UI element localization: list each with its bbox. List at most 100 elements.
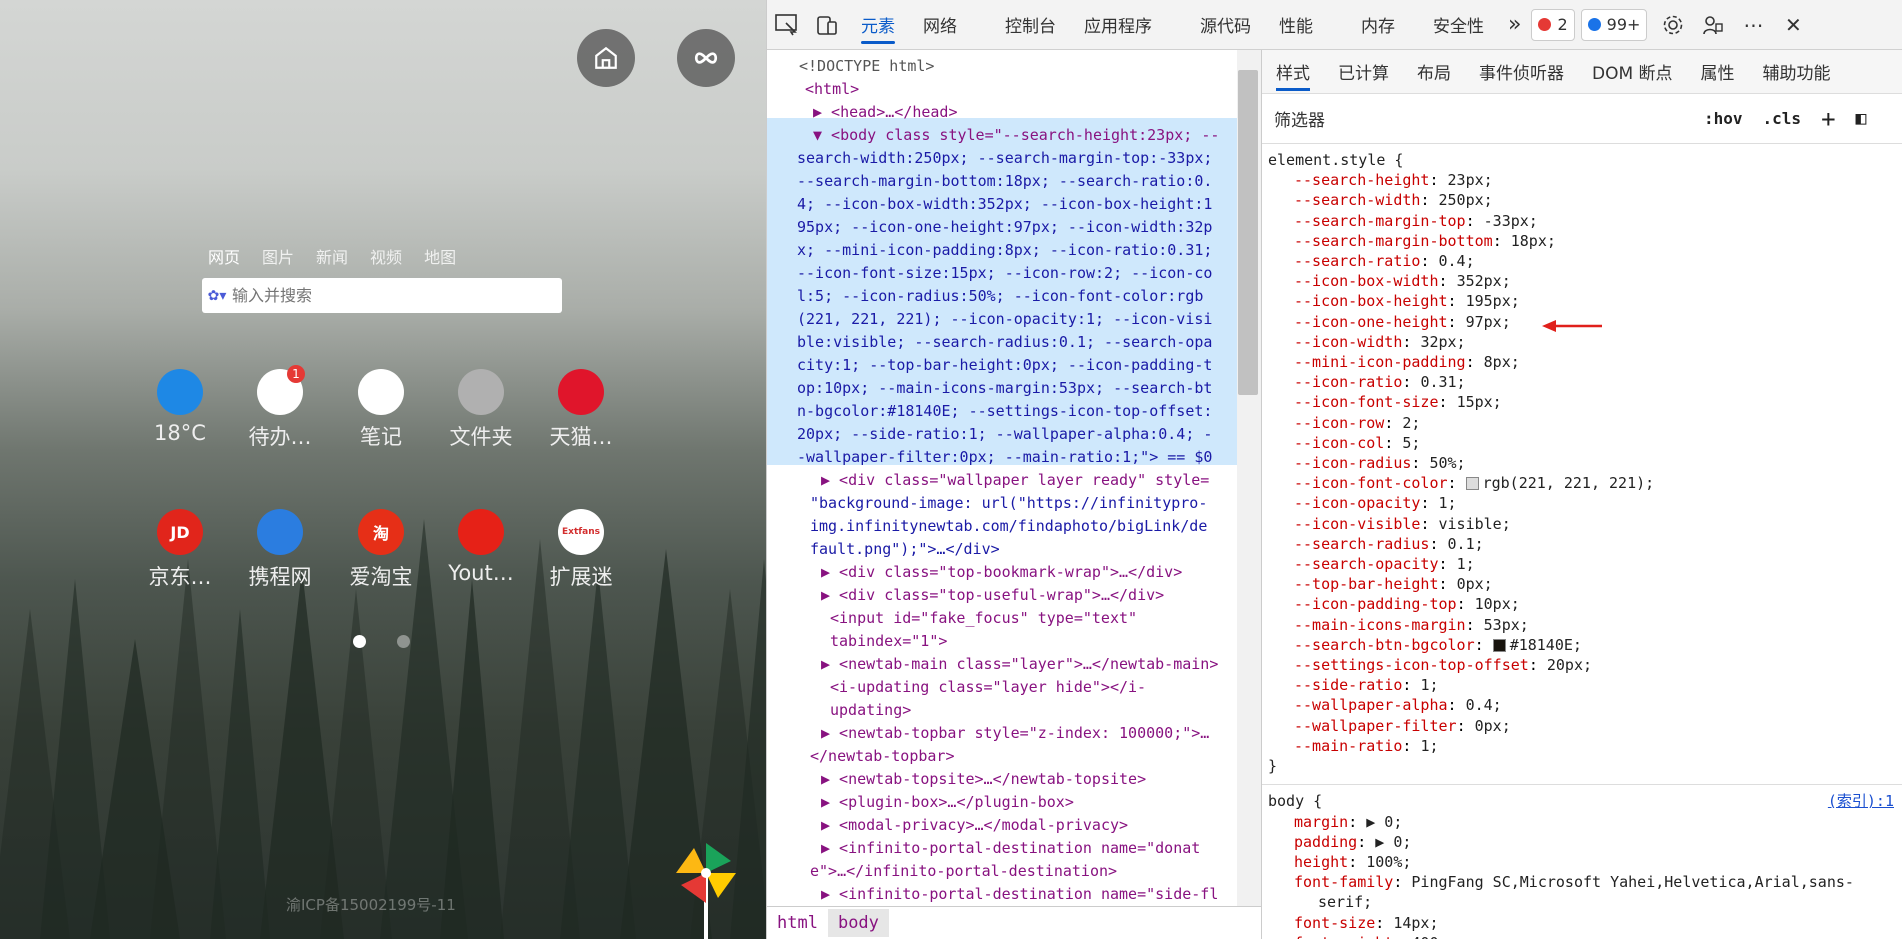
breadcrumb-html[interactable]: html [767, 909, 828, 937]
css-declaration[interactable]: --icon-font-color: rgb(221, 221, 221); [1262, 473, 1902, 493]
css-declaration[interactable]: font-family: PingFang SC,Microsoft Yahei… [1262, 872, 1902, 892]
tab-computed[interactable]: 已计算 [1324, 50, 1403, 94]
dom-line[interactable]: l:5; --icon-radius:50%; --icon-font-colo… [797, 285, 1203, 308]
dom-line[interactable]: ▶ <modal-privacy>…</modal-privacy> [821, 814, 1128, 837]
dom-line[interactable]: n-bgcolor:#18140E; --settings-icon-top-o… [797, 400, 1212, 423]
dom-line[interactable]: ▶ <infinito-portal-destination name="don… [821, 837, 1200, 860]
tab-application[interactable]: 应用程序 [1070, 0, 1166, 50]
dom-line[interactable]: <input id="fake_focus" type="text" [830, 607, 1137, 630]
tab-sources[interactable]: 源代码 [1186, 0, 1265, 50]
tab-event-listeners[interactable]: 事件侦听器 [1465, 50, 1578, 94]
tab-network[interactable]: 网络 [909, 0, 971, 50]
close-icon[interactable]: ✕ [1773, 0, 1813, 50]
css-declaration[interactable]: --icon-box-height: 195px; [1262, 291, 1902, 311]
dom-line[interactable]: search-width:250px; --search-margin-top:… [797, 147, 1212, 170]
dom-line[interactable]: ▶ <newtab-topbar style="z-index: 100000;… [821, 722, 1209, 745]
app-tile[interactable]: Extfans 扩展迷 [531, 509, 631, 591]
tab-elements[interactable]: 元素 [847, 0, 909, 50]
dom-line[interactable]: </newtab-topbar> [810, 745, 955, 768]
more-options-icon[interactable]: ⋯ [1733, 0, 1773, 50]
pinwheel-icon[interactable] [676, 843, 736, 939]
css-declaration[interactable]: --icon-visible: visible; [1262, 514, 1902, 534]
settings-button[interactable] [1653, 0, 1693, 50]
dom-line[interactable]: ▶ <newtab-main class="layer">…</newtab-m… [821, 653, 1218, 676]
breadcrumb-body[interactable]: body [827, 909, 889, 937]
css-declaration[interactable]: --wallpaper-filter: 0px; [1262, 716, 1902, 736]
page-dot-2[interactable] [397, 635, 410, 648]
dom-line[interactable]: ▶ <plugin-box>…</plugin-box> [821, 791, 1074, 814]
dom-line[interactable]: "background-image: url("https://infinity… [810, 492, 1207, 515]
app-tile[interactable]: 笔记 [331, 369, 431, 451]
home-button[interactable] [577, 29, 635, 87]
css-declaration[interactable]: --search-margin-bottom: 18px; [1262, 231, 1902, 251]
css-declaration[interactable]: --icon-col: 5; [1262, 433, 1902, 453]
dom-line[interactable]: ▶ <infinito-portal-destination name="sid… [821, 883, 1218, 906]
app-tile[interactable]: 淘爱淘宝 [331, 509, 431, 591]
css-declaration[interactable]: --side-ratio: 1; [1262, 675, 1902, 695]
css-declaration[interactable]: --search-margin-top: -33px; [1262, 211, 1902, 231]
css-declaration[interactable]: --main-ratio: 1; [1262, 736, 1902, 756]
dom-line[interactable]: <!DOCTYPE html> [799, 55, 934, 78]
baidu-paw-icon[interactable]: ✿▾ [202, 288, 232, 304]
dom-line[interactable]: ▶ <div class="wallpaper layer ready" sty… [821, 469, 1209, 492]
tab-styles[interactable]: 样式 [1262, 50, 1324, 94]
dom-line[interactable]: ▼ <body class style="--search-height:23p… [813, 124, 1219, 147]
hov-toggle[interactable]: :hov [1704, 109, 1743, 128]
css-declaration[interactable]: --icon-width: 32px; [1262, 332, 1902, 352]
css-declaration[interactable]: font-size: 14px; [1262, 913, 1902, 933]
dom-line[interactable]: 4; --icon-box-width:352px; --icon-box-he… [797, 193, 1212, 216]
dom-line[interactable]: 95px; --icon-one-height:97px; --icon-wid… [797, 216, 1212, 239]
css-declaration[interactable]: --settings-icon-top-offset: 20px; [1262, 655, 1902, 675]
toggle-sidebar-icon[interactable]: ◧ [1856, 108, 1867, 129]
css-declaration[interactable]: --icon-box-width: 352px; [1262, 271, 1902, 291]
elements-tree[interactable]: <!DOCTYPE html> <html> ▶ <head>…</head> ▼ <… [767, 50, 1261, 906]
search-tab-images[interactable]: 图片 [262, 244, 294, 268]
dom-line[interactable]: op:10px; --main-icons-margin:53px; --sea… [797, 377, 1212, 400]
search-tab-map[interactable]: 地图 [424, 244, 456, 268]
elements-scroll-thumb[interactable] [1238, 70, 1258, 395]
dom-line[interactable]: x; --mini-icon-padding:8px; --icon-ratio… [797, 239, 1212, 262]
inspect-element-button[interactable] [767, 0, 807, 50]
app-tile[interactable]: 文件夹 [431, 369, 531, 451]
icp-footer[interactable]: 渝ICP备15002199号-11 [286, 894, 456, 915]
dom-line[interactable]: ▶ <head>…</head> [813, 101, 958, 124]
body-source-link[interactable]: (索引):1 [1828, 791, 1894, 811]
message-count-badge[interactable]: 99+ [1580, 8, 1648, 41]
css-declaration[interactable]: --search-height: 23px; [1262, 170, 1902, 190]
css-declaration[interactable]: --search-opacity: 1; [1262, 554, 1902, 574]
search-box[interactable]: ✿▾ [202, 278, 562, 313]
search-tab-news[interactable]: 新闻 [316, 244, 348, 268]
page-dot-1[interactable] [353, 635, 366, 648]
search-tab-video[interactable]: 视频 [370, 244, 402, 268]
dom-line[interactable]: <html> [805, 78, 859, 101]
tab-properties[interactable]: 属性 [1687, 50, 1749, 94]
dom-line[interactable]: -wallpaper-filter:0px; --main-ratio:1;">… [797, 446, 1212, 469]
new-rule-icon[interactable]: + [1821, 105, 1835, 133]
dom-line[interactable]: city:1; --top-bar-height:0px; --icon-pad… [797, 354, 1212, 377]
tab-performance[interactable]: 性能 [1265, 0, 1327, 50]
css-declaration[interactable]: --icon-row: 2; [1262, 413, 1902, 433]
css-declaration[interactable]: --wallpaper-alpha: 0.4; [1262, 695, 1902, 715]
app-tile[interactable]: 18°C [130, 369, 230, 445]
css-declaration[interactable]: font-weight: 400; [1262, 933, 1902, 939]
css-declaration[interactable]: --top-bar-height: 0px; [1262, 574, 1902, 594]
css-declaration[interactable]: --icon-radius: 50%; [1262, 453, 1902, 473]
css-declaration[interactable]: padding: ▶ 0; [1262, 832, 1902, 852]
more-tabs-button[interactable]: » [1498, 0, 1531, 50]
app-tile[interactable]: 携程网 [230, 509, 330, 591]
dom-line[interactable]: img.infinitynewtab.com/findaphoto/bigLin… [810, 515, 1207, 538]
css-declaration[interactable]: --main-icons-margin: 53px; [1262, 615, 1902, 635]
infinity-button[interactable] [677, 29, 735, 87]
color-swatch[interactable] [1465, 477, 1479, 491]
tab-layout[interactable]: 布局 [1403, 50, 1465, 94]
css-declaration[interactable]: --search-radius: 0.1; [1262, 534, 1902, 554]
css-declaration[interactable]: --icon-font-size: 15px; [1262, 392, 1902, 412]
css-declaration[interactable]: --icon-opacity: 1; [1262, 493, 1902, 513]
dom-line[interactable]: updating> [830, 699, 911, 722]
dom-line[interactable]: tabindex="1"> [830, 630, 947, 653]
dom-line[interactable]: ▶ <newtab-topsite>…</newtab-topsite> [821, 768, 1146, 791]
css-declaration[interactable]: --icon-padding-top: 10px; [1262, 594, 1902, 614]
cls-toggle[interactable]: .cls [1763, 109, 1802, 128]
dom-line[interactable]: (221, 221, 221); --icon-opacity:1; --ico… [797, 308, 1212, 331]
tab-dom-breakpoints[interactable]: DOM 断点 [1578, 50, 1687, 94]
